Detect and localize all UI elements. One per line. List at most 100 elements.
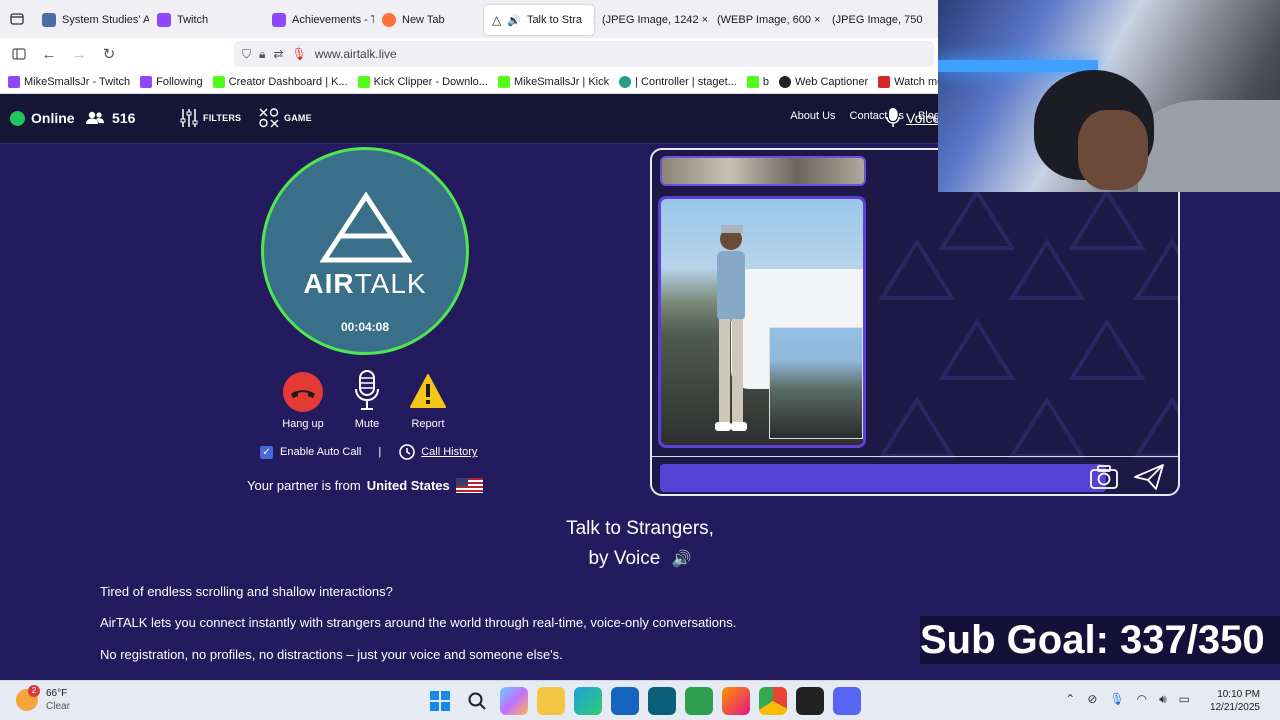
bookmark-item[interactable]: MikeSmallsJr | Kick	[497, 75, 609, 88]
microphone-icon[interactable]: 🎙︎	[1109, 692, 1124, 707]
tab-title: New Tab	[402, 14, 445, 26]
shield-icon[interactable]: ⛉	[242, 47, 251, 62]
bookmark-item[interactable]: MikeSmallsJr - Twitch	[8, 75, 130, 88]
chat-actions	[1090, 464, 1164, 490]
auto-call-checkbox[interactable]: ✓	[260, 445, 273, 459]
file-explorer-icon[interactable]	[537, 687, 565, 715]
voice-link[interactable]: Voice	[886, 108, 940, 128]
green-app-icon[interactable]	[685, 687, 713, 715]
copilot-icon[interactable]	[500, 687, 528, 715]
logo-talk: TALK	[354, 268, 427, 299]
call-history-link[interactable]: Call History	[398, 443, 477, 461]
browser-tab[interactable]: (JPEG Image, 750 × 7	[824, 5, 924, 35]
browser-tab[interactable]: System Studies' A	[34, 5, 149, 35]
tab-title: Talk to Stra	[526, 14, 582, 26]
wifi-icon[interactable]: ◠	[1137, 692, 1147, 707]
camera-icon[interactable]	[1090, 465, 1118, 489]
browser-tab[interactable]: (WEBP Image, 600 × 9	[709, 5, 824, 35]
bookmark-label: Web Captioner	[794, 75, 869, 88]
tab-title: (WEBP Image, 600 × 9	[717, 14, 824, 26]
partner-prefix: Your partner is from	[247, 478, 361, 493]
calculator-app-icon[interactable]	[648, 687, 676, 715]
chat-image-photo[interactable]	[658, 196, 866, 448]
movie-icon	[878, 75, 891, 88]
bookmark-item[interactable]: b	[746, 75, 769, 88]
bookmark-item[interactable]: Web Captioner	[778, 75, 869, 88]
kick-icon	[497, 75, 510, 88]
clock-date: 12/21/2025	[1209, 702, 1260, 713]
user-count-value: 516	[112, 110, 136, 126]
location-off-icon[interactable]: ⊘	[1087, 692, 1097, 707]
twitch-icon	[272, 13, 286, 27]
firefox-icon[interactable]	[722, 687, 750, 715]
system-tray: ⌃ ⊘ 🎙︎ ◠ 🔊︎ ▭	[1065, 692, 1190, 707]
browser-tab[interactable]: Twitch	[149, 5, 264, 35]
browser-tab-active[interactable]: △ 🔊 Talk to Stra ✕	[484, 5, 594, 35]
clock-time: 10:10 PM	[1217, 689, 1260, 700]
tray-overflow-icon[interactable]: ⌃	[1065, 692, 1075, 707]
battery-icon[interactable]: ▭	[1179, 692, 1190, 707]
store-icon[interactable]	[611, 687, 639, 715]
airtalk-logo-text: AIRTALK	[264, 268, 466, 300]
clock[interactable]: 10:10 PM 12/21/2025	[1210, 688, 1260, 714]
logo-air: AIR	[303, 268, 355, 299]
speaker-icon[interactable]: 🔊	[507, 14, 521, 27]
hang-up-button[interactable]: Hang up	[268, 370, 338, 430]
browser-tab[interactable]: New Tab	[374, 5, 484, 35]
bookmark-item[interactable]: Creator Dashboard | K...	[212, 75, 348, 88]
weather-moon-icon: 2	[16, 685, 40, 711]
chat-image-thumbnail[interactable]	[660, 156, 866, 186]
mute-button[interactable]: Mute	[332, 368, 402, 430]
loading-icon	[619, 75, 632, 88]
chat-divider	[652, 456, 1178, 457]
edge-icon[interactable]	[574, 687, 602, 715]
microphone-permission-icon[interactable]: 🎙︎	[291, 47, 306, 61]
twitch-icon	[157, 13, 171, 27]
send-icon[interactable]	[1134, 464, 1164, 490]
filters-icon	[180, 109, 198, 127]
url-text[interactable]: www.airtalk.live	[315, 47, 397, 61]
filters-button[interactable]: FILTERS	[180, 108, 241, 128]
lock-icon[interactable]: 🔒︎	[259, 47, 265, 62]
firefox-icon	[382, 13, 396, 27]
hero-line-1: Talk to Strangers,	[566, 518, 714, 539]
game-button[interactable]: GAME	[259, 108, 312, 128]
report-button[interactable]: Report	[393, 368, 463, 430]
url-bar[interactable]: ⛉ 🔒︎ ⇄ 🎙︎ www.airtalk.live	[234, 41, 934, 67]
intro-paragraph: AirTALK lets you connect instantly with …	[100, 615, 737, 630]
filters-label: FILTERS	[203, 113, 242, 123]
browser-tab[interactable]: (JPEG Image, 1242 × 2	[594, 5, 709, 35]
about-us-link[interactable]: About Us	[790, 110, 835, 122]
bookmark-label: Kick Clipper - Downlo...	[373, 75, 488, 88]
back-icon[interactable]: ←	[34, 39, 64, 69]
search-icon[interactable]	[463, 687, 491, 715]
bookmark-item[interactable]: | Controller | staget...	[619, 75, 737, 88]
kick-icon	[357, 75, 370, 88]
chat-message-input[interactable]	[660, 464, 1106, 492]
windows-start-icon[interactable]	[426, 687, 454, 715]
photo-inset	[769, 327, 863, 439]
discord-icon[interactable]	[833, 687, 861, 715]
forward-icon[interactable]: →	[64, 39, 94, 69]
bookmark-label: Creator Dashboard | K...	[228, 75, 348, 88]
hang-up-icon	[283, 372, 323, 412]
sub-goal-overlay: Sub Goal: 337/350	[920, 616, 1280, 664]
twitch-icon	[140, 75, 153, 88]
permissions-icon[interactable]: ⇄	[273, 47, 283, 61]
volume-icon[interactable]: 🔊︎	[1159, 692, 1167, 707]
weather-temperature: 66°F	[46, 688, 68, 699]
tab-list-icon[interactable]	[0, 0, 34, 38]
browser-tab[interactable]: Achievements - T	[264, 5, 374, 35]
bookmark-item[interactable]: Following	[140, 75, 203, 88]
online-dot-icon	[10, 110, 25, 126]
report-label: Report	[411, 418, 445, 430]
reload-icon[interactable]: ↻	[94, 39, 124, 69]
bookmark-item[interactable]: Kick Clipper - Downlo...	[357, 75, 488, 88]
taskbar-apps	[426, 687, 861, 715]
weather-widget[interactable]: 2 66°F Clear	[16, 685, 70, 713]
sidebar-toggle-icon[interactable]	[4, 39, 34, 69]
obs-icon[interactable]	[796, 687, 824, 715]
webcam-overlay	[938, 0, 1280, 192]
airtalk-triangle-icon	[320, 192, 412, 263]
chrome-icon[interactable]	[759, 687, 787, 715]
